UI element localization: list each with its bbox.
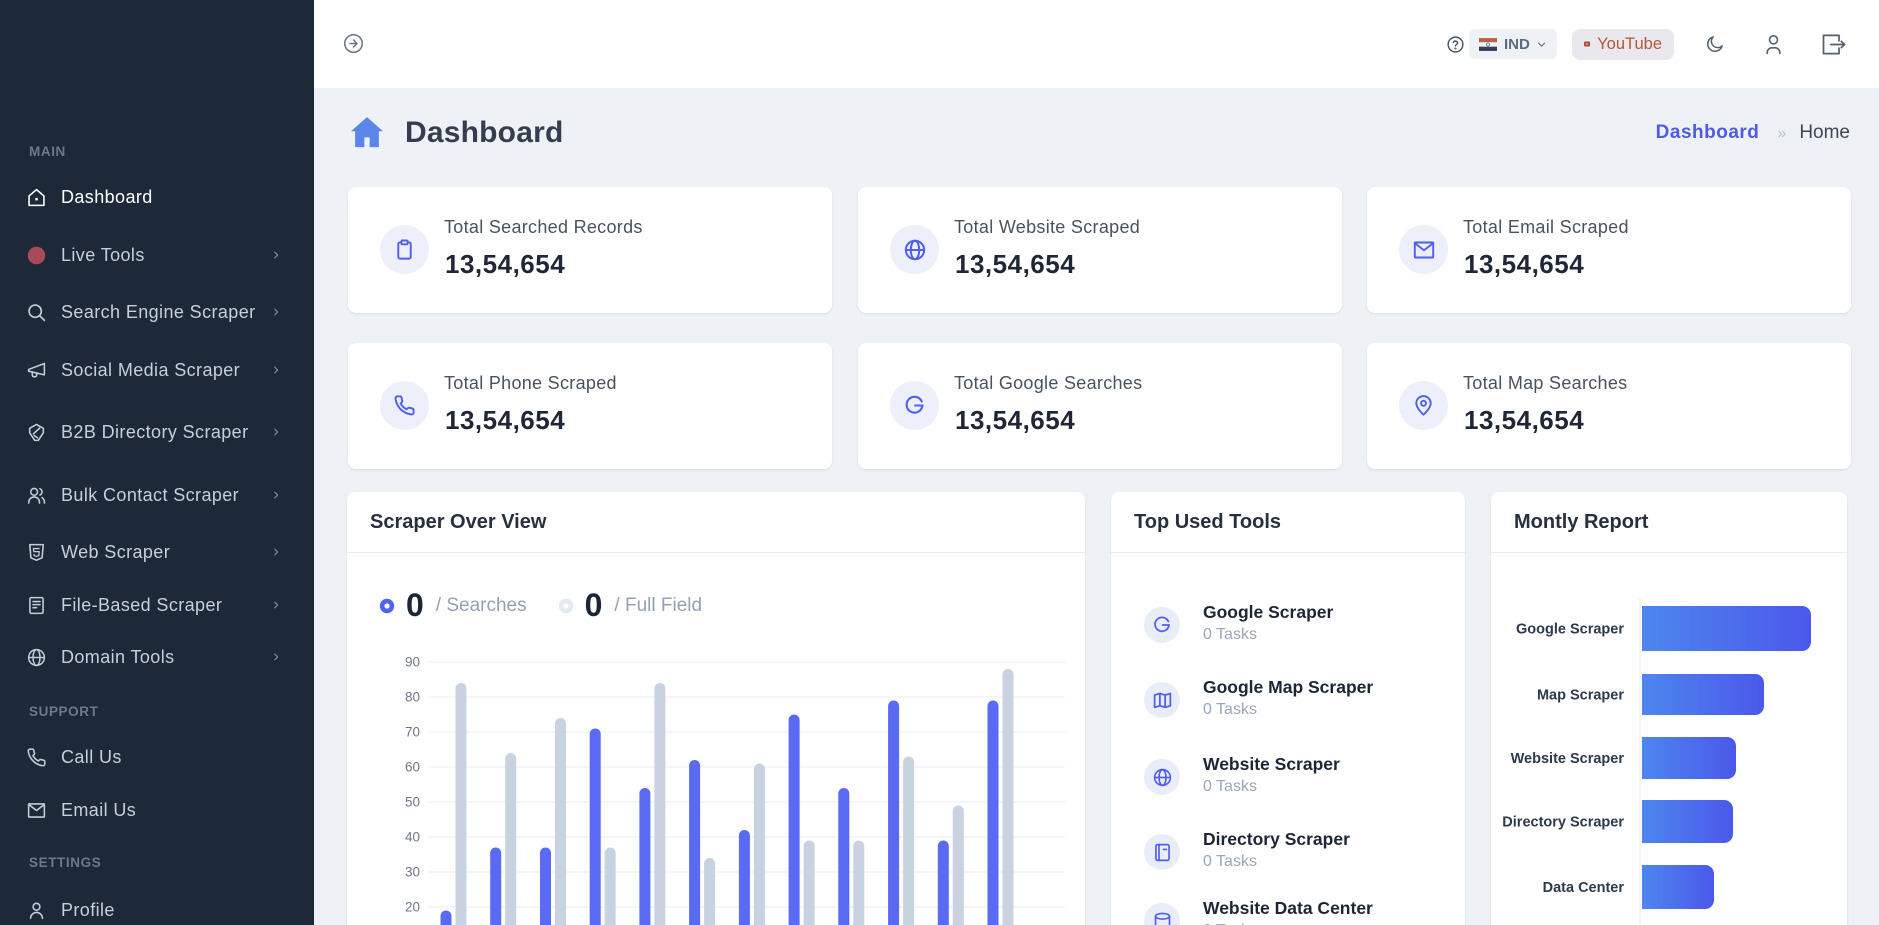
svg-text:50: 50: [405, 795, 420, 810]
svg-text:60: 60: [405, 760, 420, 775]
svg-text:20: 20: [405, 900, 420, 915]
svg-text:Directory Scraper: Directory Scraper: [1502, 815, 1624, 831]
svg-text:80: 80: [405, 690, 420, 705]
svg-text:Data Center: Data Center: [1543, 880, 1625, 896]
svg-text:Map Scraper: Map Scraper: [1537, 688, 1624, 704]
svg-text:40: 40: [405, 830, 420, 845]
svg-text:30: 30: [405, 865, 420, 880]
svg-text:Website Scraper: Website Scraper: [1511, 751, 1625, 767]
svg-text:90: 90: [405, 655, 420, 670]
svg-text:Google Scraper: Google Scraper: [1516, 622, 1624, 638]
svg-text:70: 70: [405, 725, 420, 740]
